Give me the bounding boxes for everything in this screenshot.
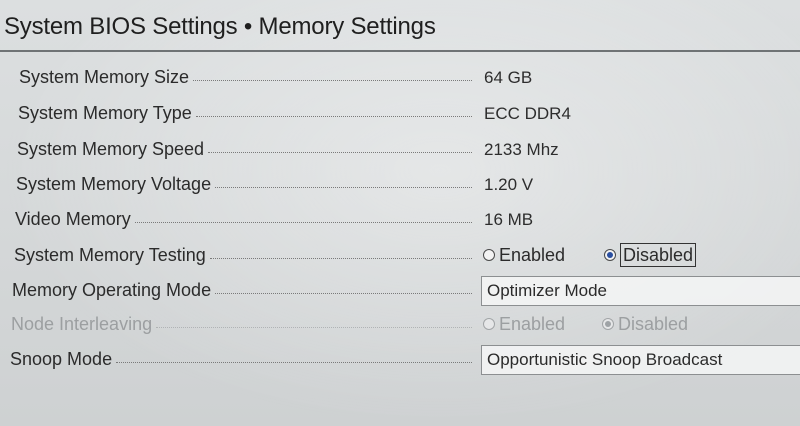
node-interleaving-disabled-label: Disabled xyxy=(618,313,689,334)
setting-label-node-interleaving: Node Interleaving xyxy=(11,314,153,334)
setting-label-memory-speed: System Memory Speed xyxy=(17,139,205,159)
setting-row-memory-speed: System Memory Speed 2133 Mhz xyxy=(0,135,800,165)
setting-label-memory-size: System Memory Size xyxy=(19,67,190,87)
leader-dots xyxy=(116,362,472,363)
setting-row-memory-testing: System Memory Testing Enabled Disabled xyxy=(0,241,800,271)
setting-label-snoop-mode: Snoop Mode xyxy=(10,349,113,369)
operating-mode-selected-value: Optimizer Mode xyxy=(487,281,607,300)
leader-dots xyxy=(215,187,472,188)
memory-testing-enabled-label: Enabled xyxy=(499,244,566,265)
memory-testing-enabled-radio[interactable]: Enabled xyxy=(483,243,565,267)
snoop-mode-select[interactable]: Opportunistic Snoop Broadcast xyxy=(481,345,800,375)
leader-dots xyxy=(193,80,472,81)
node-interleaving-enabled-radio: Enabled xyxy=(483,312,565,336)
radio-unchecked-icon xyxy=(483,318,495,330)
leader-dots xyxy=(210,258,472,259)
leader-dots xyxy=(208,152,472,153)
setting-label-memory-testing: System Memory Testing xyxy=(14,245,206,265)
setting-row-operating-mode: Memory Operating Mode Optimizer Mode xyxy=(0,276,800,306)
setting-value-memory-speed: 2133 Mhz xyxy=(484,140,559,159)
memory-testing-radio-group: Enabled Disabled xyxy=(483,241,783,271)
radio-unchecked-icon xyxy=(483,249,495,261)
setting-row-snoop-mode: Snoop Mode Opportunistic Snoop Broadcast xyxy=(0,345,800,375)
setting-value-video-memory: 16 MB xyxy=(484,210,534,229)
node-interleaving-enabled-label: Enabled xyxy=(499,313,566,334)
setting-row-memory-size: System Memory Size 64 GB xyxy=(0,63,800,93)
node-interleaving-disabled-radio: Disabled xyxy=(602,312,688,336)
setting-value-memory-voltage: 1.20 V xyxy=(484,175,534,194)
leader-dots xyxy=(196,116,472,117)
leader-dots xyxy=(156,327,472,328)
leader-dots xyxy=(215,293,472,294)
page-header: System BIOS Settings • Memory Settings xyxy=(0,0,800,52)
page-title: System BIOS Settings • Memory Settings xyxy=(4,13,436,40)
radio-checked-icon xyxy=(604,249,616,261)
setting-label-memory-type: System Memory Type xyxy=(18,103,192,123)
operating-mode-select[interactable]: Optimizer Mode xyxy=(481,276,800,306)
snoop-mode-selected-value: Opportunistic Snoop Broadcast xyxy=(487,350,723,369)
memory-testing-disabled-label: Disabled xyxy=(620,243,697,267)
setting-row-node-interleaving: Node Interleaving Enabled Disabled xyxy=(0,310,800,340)
setting-value-memory-size: 64 GB xyxy=(484,68,533,87)
setting-value-memory-type: ECC DDR4 xyxy=(484,104,571,123)
setting-row-memory-voltage: System Memory Voltage 1.20 V xyxy=(0,170,800,200)
radio-checked-icon xyxy=(602,318,614,330)
setting-row-memory-type: System Memory Type ECC DDR4 xyxy=(0,99,800,129)
setting-row-video-memory: Video Memory 16 MB xyxy=(0,205,800,235)
setting-label-memory-voltage: System Memory Voltage xyxy=(16,174,212,194)
node-interleaving-radio-group: Enabled Disabled xyxy=(483,310,783,340)
header-divider xyxy=(0,50,800,52)
leader-dots xyxy=(135,222,472,223)
memory-testing-disabled-radio[interactable]: Disabled xyxy=(604,243,697,267)
setting-label-operating-mode: Memory Operating Mode xyxy=(12,280,212,300)
setting-label-video-memory: Video Memory xyxy=(15,209,131,229)
